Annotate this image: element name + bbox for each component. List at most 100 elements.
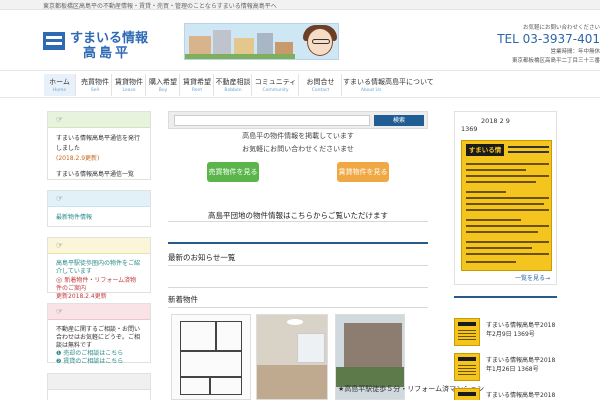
paper-line xyxy=(466,175,549,177)
logo-line2: 高島平 xyxy=(83,46,132,61)
divider xyxy=(168,265,428,266)
nav-item-home[interactable]: ホーム Home xyxy=(44,74,76,96)
consult-sell-link[interactable]: ❶ 売却のご相談はこちら xyxy=(56,350,142,358)
nav-item-rent[interactable]: 賃貸希望 Rent xyxy=(181,74,214,96)
building-facade xyxy=(344,323,402,367)
contact-hours: 営業時間：年中無休 xyxy=(550,49,600,55)
properties-text: 高島平駅徒歩圏内の物件をご紹介しています xyxy=(56,260,141,275)
divider xyxy=(168,221,428,222)
nav-item-buy[interactable]: 購入希望 Buy xyxy=(147,74,180,96)
phone-number[interactable]: TEL 03-3937-401 xyxy=(470,32,600,46)
nav-sublabel: Rent xyxy=(191,88,203,93)
box-header: ☞ xyxy=(48,304,150,320)
nav-sublabel: Community xyxy=(262,88,289,93)
consult-sell-text: 売却のご相談はこちら xyxy=(63,350,124,357)
trees-illustration xyxy=(185,54,295,59)
paper-line xyxy=(466,219,521,221)
site-logo[interactable]: すまいる情報 高島平 xyxy=(43,26,148,61)
nav-sublabel: Lease xyxy=(122,88,136,93)
floor xyxy=(257,365,327,399)
nav-label: 購入希望 xyxy=(149,78,177,86)
consult-rent-link[interactable]: ❷ 賃貸のご相談はこちら xyxy=(56,358,142,366)
newsletter-thumb xyxy=(454,388,480,400)
paper-line xyxy=(466,203,544,205)
sidebar-box-consult: ☞ 不動産に関するご相談・お問い合わせはお気軽にどうぞ。ご相談は無料です ❶ 売… xyxy=(47,303,151,366)
nav-item-community[interactable]: コミュニティ Community xyxy=(253,74,299,96)
newsletter-list-item[interactable]: すまいる情報高島平2018年1月26日 1368号 xyxy=(454,353,557,383)
top-bar-text: 東京都板橋区高島平の不動産情報・賃貸・売買・管理のことならすまいる情報高島平へ xyxy=(43,3,277,10)
newsletter-item-title: すまいる情報高島平2018年1月12日 xyxy=(486,392,556,399)
search-button[interactable]: 検索 xyxy=(374,115,424,126)
header-contact: お気軽にお問い合わせください TEL 03-3937-401 営業時間：年中無休… xyxy=(470,23,600,64)
box-header: ☞ xyxy=(48,238,150,254)
box-header: ☞ xyxy=(48,112,150,128)
paper-line xyxy=(466,163,549,165)
nav-label: お問合せ xyxy=(306,78,335,86)
nav-label: コミュニティ xyxy=(254,78,297,86)
sidebar-box-newsletter: ☞ すまいる情報高島平通信を発行しました (2018.2.9更新) すまいる情報… xyxy=(47,111,151,180)
plan-room xyxy=(180,377,210,395)
properties-link[interactable]: ◎ 新着物件・リフォーム済物件のご案内 xyxy=(56,276,142,293)
floor-plan-image[interactable] xyxy=(171,314,251,400)
nav-sublabel: About Us xyxy=(360,88,382,93)
nav-item-sell[interactable]: 売買物件 Sell xyxy=(79,74,112,96)
nav-label: 売買物件 xyxy=(81,78,109,86)
header-banner-illustration xyxy=(184,23,339,60)
paper-line xyxy=(466,253,549,255)
divider xyxy=(168,287,428,288)
properties-link-text: 新着物件・リフォーム済物件のご案内 xyxy=(56,277,137,292)
newsletter-item-title: すまいる情報高島平2018年1月26日 1368号 xyxy=(486,357,556,373)
global-nav: ホーム Home 売買物件 Sell 賃貸物件 Lease 購入希望 Buy 賃… xyxy=(0,70,600,98)
paper-line xyxy=(466,169,526,171)
nav-label: 不動産相談 xyxy=(215,78,251,86)
nav-item-consult[interactable]: 不動産相談 Bobben xyxy=(215,74,252,96)
newsletter-issue-date: 2018 2 9 xyxy=(481,117,510,125)
newsletter-issue-number: 1369 xyxy=(461,125,478,133)
mascot-glasses xyxy=(312,39,330,44)
newsletter-more-link[interactable]: 一覧を見る→ xyxy=(515,273,550,282)
paper-line xyxy=(466,241,549,243)
thumbs-up-icon: ☞ xyxy=(56,115,64,124)
notice-link[interactable]: 高島平団地の物件情報はこちらからご覧いただけます xyxy=(168,210,428,221)
search-bar: 検索 xyxy=(168,111,428,129)
paper-line xyxy=(466,197,549,199)
paper-masthead: すまいる情報 xyxy=(466,144,504,166)
box-header: ☞ xyxy=(48,191,150,207)
paper-line xyxy=(508,151,549,153)
plan-room xyxy=(180,351,242,377)
paper-line xyxy=(466,261,516,263)
paper-line xyxy=(466,247,532,249)
section-divider xyxy=(168,242,428,244)
newsletter-date: (2018.2.9更新) xyxy=(56,155,100,162)
consult-rent-text: 賃貸のご相談はこちら xyxy=(63,358,124,365)
logo-mark-icon xyxy=(43,32,65,50)
paper-line xyxy=(508,146,549,148)
newsletter-list-link[interactable]: すまいる情報高島平通信一覧 xyxy=(56,170,142,180)
nav-item-about[interactable]: すまいる情報高島平について About Us xyxy=(343,74,434,96)
sale-listings-button[interactable]: 売買物件を見る xyxy=(207,162,259,182)
nav-sublabel: Contact xyxy=(311,88,330,93)
properties-date: 更新2018.2.4更新 xyxy=(56,293,107,300)
divider xyxy=(168,307,428,308)
ceiling-light xyxy=(287,319,303,325)
search-input[interactable] xyxy=(174,115,370,126)
newsletter-panel: 2018 2 9 1369 すまいる情報 一覧を見る→ xyxy=(454,111,557,285)
contact-line1: お気軽にお問い合わせください xyxy=(522,25,600,31)
newsletter-thumb xyxy=(454,318,480,346)
nav-item-contact[interactable]: お問合せ Contact xyxy=(300,74,342,96)
newsletter-list-item[interactable]: すまいる情報高島平2018年2月9日 1369号 xyxy=(454,318,557,348)
latest-listing-link[interactable]: 最新物件情報 xyxy=(56,213,142,223)
paper-line xyxy=(466,181,536,183)
newsletter-cover-image[interactable]: すまいる情報 xyxy=(461,140,552,271)
rental-listings-button[interactable]: 賃貸物件を見る xyxy=(337,162,389,182)
window xyxy=(297,333,325,363)
section-divider xyxy=(454,296,557,298)
thumbs-up-icon: ☞ xyxy=(56,194,64,203)
nav-label: ホーム xyxy=(49,78,70,86)
nav-item-lease[interactable]: 賃貸物件 Lease xyxy=(113,74,146,96)
paper-line xyxy=(466,209,549,211)
nav-sublabel: Buy xyxy=(158,88,168,93)
newsletter-item-title: すまいる情報高島平2018年2月9日 1369号 xyxy=(486,322,556,338)
newsletter-list-item[interactable]: すまいる情報高島平2018年1月12日 xyxy=(454,388,557,400)
interior-photo[interactable] xyxy=(256,314,328,400)
